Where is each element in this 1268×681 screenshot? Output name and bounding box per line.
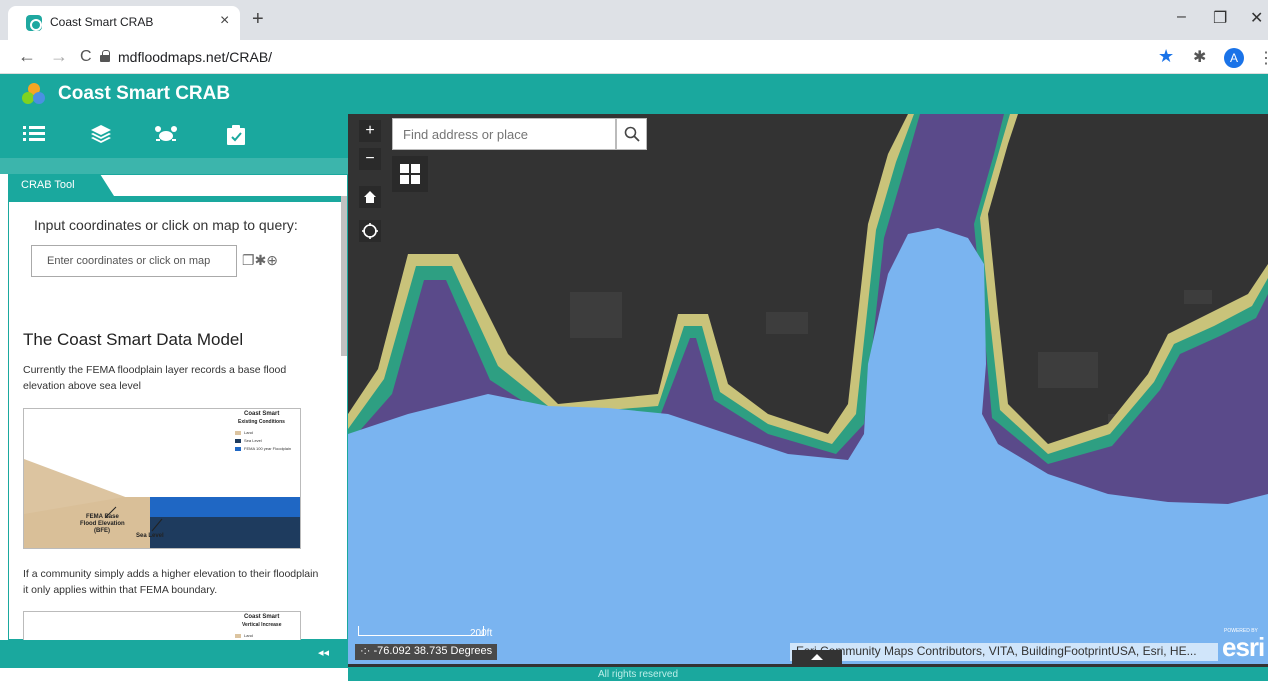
legend-land: Land <box>244 430 253 435</box>
panel-collapse-bar: ◂◂ <box>0 640 348 668</box>
map-attribution: Esri Community Maps Contributors, VITA, … <box>790 643 1218 661</box>
label-bfe-1: FEMA Base <box>86 514 119 520</box>
back-button[interactable]: ← <box>18 46 36 67</box>
home-button[interactable] <box>359 186 381 208</box>
reload-button[interactable]: C <box>80 48 92 66</box>
coordinate-tools: ❐✱⊕ <box>242 252 278 269</box>
crab-tool-tab[interactable]: CRAB Tool <box>8 174 114 196</box>
browser-tab[interactable]: Coast Smart CRAB × <box>8 6 240 40</box>
widget-toolbar <box>0 114 348 158</box>
paragraph-community: If a community simply adds a higher elev… <box>23 568 319 596</box>
query-hint: Input coordinates or click on map to que… <box>34 217 298 233</box>
figure2-subtitle: Vertical Increase <box>242 622 282 628</box>
paragraph-floodplain: Currently the FEMA floodplain layer reco… <box>23 364 287 392</box>
coordinate-value: -76.092 38.735 Degrees <box>373 645 493 657</box>
map-canvas <box>348 114 1268 664</box>
settings-gear-icon[interactable]: ✱ <box>255 252 267 268</box>
label-bfe-3: (BFE) <box>94 528 110 534</box>
panel-header-bar <box>8 196 348 202</box>
existing-conditions-figure: Coast Smart Existing Conditions Land Sea… <box>23 408 301 549</box>
map-view[interactable] <box>348 114 1268 664</box>
section-heading: The Coast Smart Data Model <box>23 330 244 349</box>
copy-icon[interactable]: ❐ <box>242 252 255 268</box>
close-tab-icon[interactable]: × <box>220 12 229 30</box>
extensions-puzzle-icon[interactable]: ✱ <box>1193 47 1206 67</box>
attribution-toggle-icon[interactable] <box>792 650 842 664</box>
coordinate-input[interactable] <box>31 245 237 277</box>
locate-button[interactable] <box>359 220 381 242</box>
figure2-legend-land: Land <box>244 633 253 638</box>
tab-title: Coast Smart CRAB <box>50 15 154 29</box>
esri-logo: POWERED BY esri <box>1222 628 1268 662</box>
list-icon[interactable] <box>22 124 46 148</box>
toolbar-strip <box>0 158 348 174</box>
profile-avatar[interactable]: A <box>1224 48 1244 68</box>
vertical-increase-figure: Coast Smart Vertical Increase Land <box>23 611 301 640</box>
label-sea-level: Sea Level <box>136 533 164 539</box>
forward-button[interactable]: → <box>50 46 68 67</box>
figure2-legend-swatch <box>235 634 241 638</box>
url-field[interactable]: mdfloodmaps.net/CRAB/ <box>118 49 272 65</box>
scale-label: 200ft <box>470 628 493 639</box>
locate-icon <box>362 223 378 239</box>
esri-wordmark: esri <box>1222 632 1265 662</box>
legend-fema: FEMA 100 year Floodplain <box>244 446 292 451</box>
app-header: Coast Smart CRAB <box>0 74 1268 114</box>
bookmark-star-icon[interactable]: ★ <box>1158 46 1174 67</box>
collapse-panel-icon[interactable]: ◂◂ <box>318 646 329 659</box>
figure2-title: Coast Smart <box>244 614 280 620</box>
rights-footer: All rights reserved <box>598 669 679 680</box>
figure-subtitle: Existing Conditions <box>238 419 285 425</box>
browser-tab-bar: Coast Smart CRAB × + – ❐ ✕ <box>0 0 1268 40</box>
left-footer <box>0 668 348 681</box>
clipboard-icon[interactable] <box>224 124 248 148</box>
label-bfe-2: Flood Elevation <box>80 521 125 527</box>
figure-title: Coast Smart <box>244 411 280 417</box>
new-tab-button[interactable]: + <box>252 8 264 31</box>
legend-sea-level: Sea Level <box>244 438 262 443</box>
home-icon <box>364 191 376 203</box>
app-title: Coast Smart CRAB <box>58 83 231 104</box>
crab-icon[interactable] <box>154 124 178 148</box>
zoom-out-button[interactable]: − <box>359 148 381 170</box>
address-bar: ← → C mdfloodmaps.net/CRAB/ ★ ✱ A ⋮ <box>0 40 1268 74</box>
map-search-input[interactable] <box>392 118 616 150</box>
zoom-in-button[interactable]: + <box>359 120 381 142</box>
coordinate-readout[interactable]: ·:· -76.092 38.735 Degrees <box>355 644 498 660</box>
lock-icon[interactable] <box>100 50 110 62</box>
crosshair-icon: ·:· <box>360 645 371 657</box>
scale-bar <box>358 626 484 636</box>
zoom-to-icon[interactable]: ⊕ <box>266 252 278 268</box>
minimize-window-button[interactable]: – <box>1177 8 1186 26</box>
close-window-button[interactable]: ✕ <box>1250 8 1263 28</box>
browser-menu-icon[interactable]: ⋮ <box>1258 48 1268 68</box>
basemap-gallery-button[interactable] <box>392 156 428 192</box>
layers-icon[interactable] <box>89 124 113 148</box>
restore-window-button[interactable]: ❐ <box>1213 8 1227 28</box>
map-footer <box>348 664 1268 681</box>
site-favicon-icon <box>26 15 42 31</box>
panel-scrollbar[interactable] <box>341 196 347 356</box>
search-icon <box>624 126 640 142</box>
map-search-button[interactable] <box>616 118 647 150</box>
app-logo-icon <box>22 83 46 105</box>
